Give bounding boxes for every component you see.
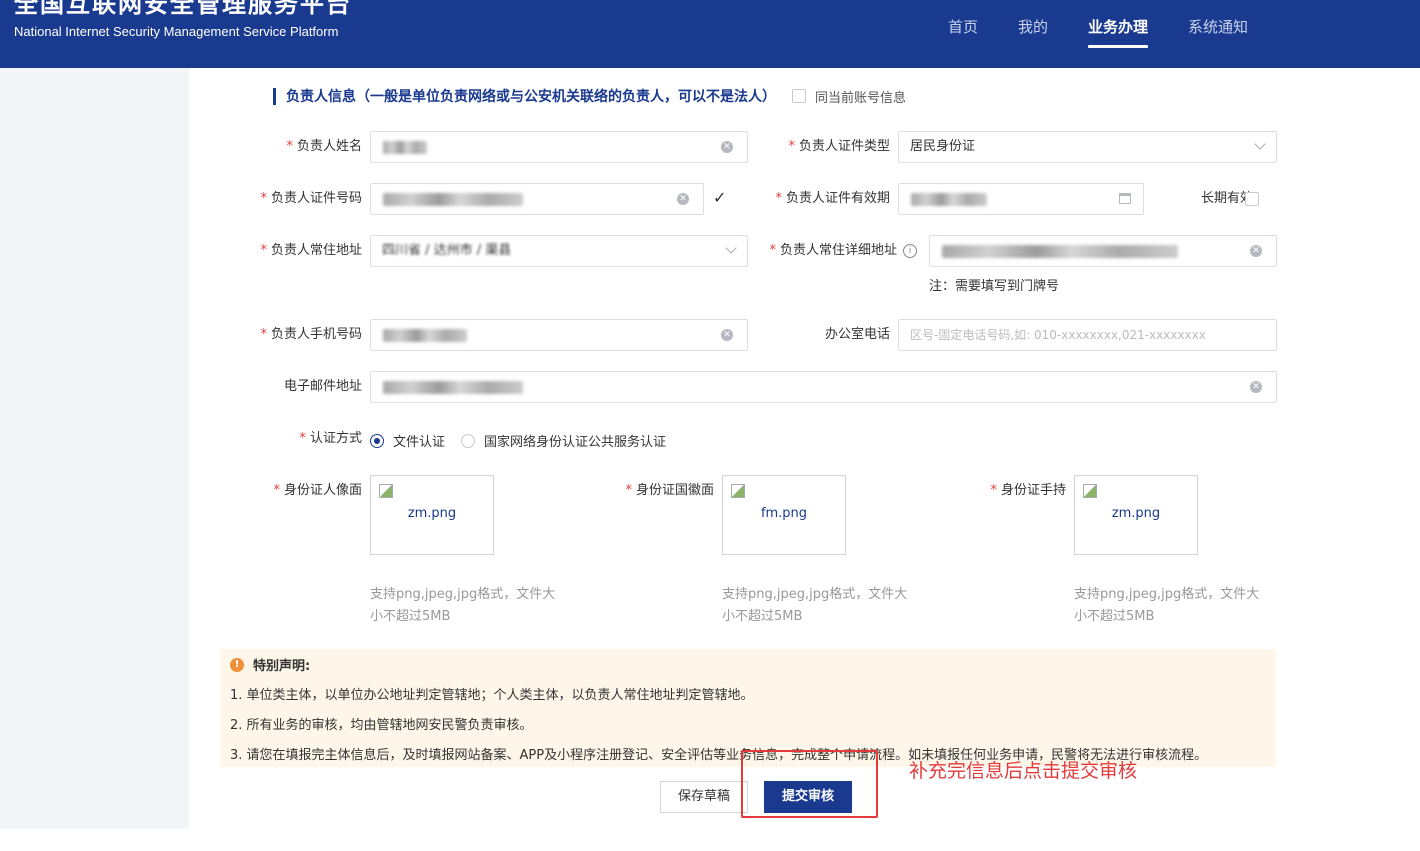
radio-national-auth-label[interactable]: 国家网络身份认证公共服务认证 [484,431,666,450]
annotation-text: 补充完信息后点击提交审核 [909,760,1138,782]
warning-icon: ! [230,657,244,672]
auth-label: * 认证方式 [299,431,362,446]
auth-radio-group: 文件认证 国家网络身份认证公共服务认证 [370,431,666,450]
notice-line-2: 2. 所有业务的审核，均由管辖地网安民警负责审核。 [230,718,533,733]
id-number-input[interactable]: ✕ [370,183,704,215]
nav-home[interactable]: 首页 [948,16,978,38]
office-phone-input[interactable]: 区号-固定电话号码,如: 010-xxxxxxxx,021-xxxxxxxx [898,319,1277,351]
upload-front-filename: zm.png [407,506,457,521]
email-input[interactable]: ✕ [370,371,1277,403]
long-term-checkbox[interactable] [1245,192,1259,206]
site-title: 全国互联网安全管理服务平台 [14,0,352,18]
redacted-value [383,381,523,394]
office-phone-placeholder: 区号-固定电话号码,如: 010-xxxxxxxx,021-xxxxxxxx [910,328,1206,342]
detail-address-input[interactable]: ✕ [929,235,1277,267]
clear-icon[interactable]: ✕ [721,329,733,341]
upload-handheld-hint: 支持png,jpeg,jpg格式，文件大 小不超过5MB [1074,587,1260,624]
clear-icon[interactable]: ✕ [721,141,733,153]
redacted-value [383,193,523,206]
clear-icon[interactable]: ✕ [677,193,689,205]
name-label: * 负责人姓名 [286,139,362,154]
upload-handheld-label: * 身份证手持 [990,483,1066,498]
id-type-label: * 负责人证件类型 [788,139,890,154]
radio-national-auth[interactable] [461,433,476,448]
address-value: 四川省 / 达州市 / 渠县 [382,243,512,258]
section-header: 负责人信息（一般是单位负责网络或与公安机关联络的负责人，可以不是法人） 同当前账… [273,86,906,106]
save-draft-button[interactable]: 保存草稿 [660,781,748,813]
top-header: 全国互联网安全管理服务平台 National Internet Security… [0,0,1420,68]
notice-title: ! 特别声明: [230,655,310,674]
redacted-value [942,245,1178,258]
address-label: * 负责人常住地址 [260,243,362,258]
clear-icon[interactable]: ✕ [1250,381,1262,393]
notice-line-1: 1. 单位类主体，以单位办公地址判定管辖地；个人类主体，以负责人常住地址判定管辖… [230,688,754,703]
valid-check-icon: ✓ [713,188,727,207]
id-type-select[interactable]: 居民身份证 [898,131,1277,163]
upload-handheld[interactable]: zm.png [1074,475,1198,555]
chevron-down-icon [1254,138,1266,150]
main-nav: 首页 我的 业务办理 系统通知 [948,16,1288,48]
radio-file-auth-label[interactable]: 文件认证 [393,431,445,450]
broken-image-icon [731,484,745,498]
redacted-value [383,141,427,154]
long-term-label: 长期有效 [1200,191,1253,206]
site-subtitle: National Internet Security Management Se… [14,24,339,39]
same-as-account-toggle[interactable]: 同当前账号信息 [792,87,906,106]
phone-input[interactable]: ✕ [370,319,748,351]
id-type-value: 居民身份证 [910,139,976,154]
upload-front-label: * 身份证人像面 [273,483,362,498]
broken-image-icon [379,484,393,498]
id-number-label: * 负责人证件号码 [260,191,362,206]
upload-back-hint: 支持png,jpeg,jpg格式，文件大 小不超过5MB [722,587,908,624]
radio-file-auth[interactable] [370,433,384,448]
nav-business[interactable]: 业务办理 [1088,16,1149,48]
annotation-highlight-box [741,750,878,818]
clear-icon[interactable]: ✕ [1250,245,1262,257]
upload-front[interactable]: zm.png [370,475,494,555]
nav-mine[interactable]: 我的 [1018,16,1048,38]
id-valid-label: * 负责人证件有效期 [775,191,890,206]
redacted-value [911,193,987,206]
upload-back-filename: fm.png [760,506,808,521]
name-input[interactable]: ✕ [370,131,748,163]
section-accent-bar [273,87,276,105]
redacted-value [383,329,467,342]
main-content: 负责人信息（一般是单位负责网络或与公安机关联络的负责人，可以不是法人） 同当前账… [189,68,1420,851]
same-as-account-checkbox[interactable] [792,89,806,103]
detail-address-note: 注：需要填写到门牌号 [929,279,1060,294]
section-title: 负责人信息（一般是单位负责网络或与公安机关联络的负责人，可以不是法人） [286,89,776,105]
upload-front-hint: 支持png,jpeg,jpg格式，文件大 小不超过5MB [370,587,556,624]
same-as-account-label: 同当前账号信息 [815,90,907,106]
address-cascader[interactable]: 四川省 / 达州市 / 渠县 [370,235,748,267]
broken-image-icon [1083,484,1097,498]
upload-back[interactable]: fm.png [722,475,846,555]
phone-label: * 负责人手机号码 [260,327,362,342]
sidebar [0,68,189,829]
info-icon[interactable]: i [903,243,917,258]
upload-handheld-filename: zm.png [1111,506,1161,521]
calendar-icon [1119,193,1131,204]
detail-address-label: * 负责人常住详细地址 i [749,235,917,267]
office-phone-label: 办公室电话 [824,327,890,342]
nav-notifications[interactable]: 系统通知 [1188,16,1248,38]
chevron-down-icon [725,242,737,254]
upload-back-label: * 身份证国徽面 [625,483,714,498]
id-valid-date-picker[interactable] [898,183,1144,215]
email-label: 电子邮件地址 [283,379,362,394]
